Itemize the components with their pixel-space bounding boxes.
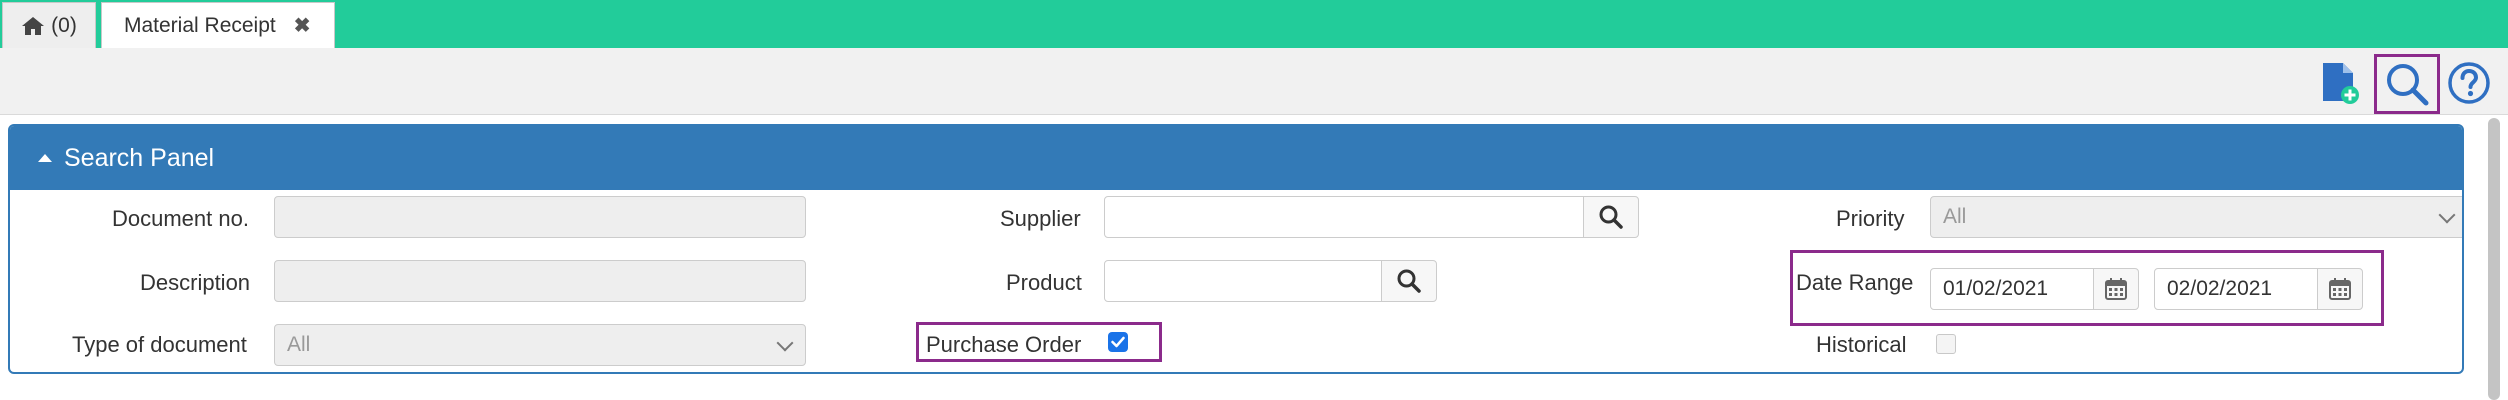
collapse-caret-icon bbox=[38, 154, 52, 162]
product-field[interactable] bbox=[1104, 260, 1382, 302]
document-no-field[interactable] bbox=[274, 196, 806, 238]
description-field[interactable] bbox=[274, 260, 806, 302]
date-range-from-field[interactable]: 01/02/2021 bbox=[1930, 268, 2094, 310]
supplier-field[interactable] bbox=[1104, 196, 1584, 238]
product-label: Product bbox=[1006, 270, 1082, 295]
search-panel-header[interactable]: Search Panel bbox=[10, 126, 2462, 190]
checkmark-icon bbox=[1111, 336, 1125, 348]
document-no-label: Document no. bbox=[112, 206, 249, 231]
close-icon[interactable]: ✖ bbox=[294, 13, 311, 38]
search-panel: Search Panel Document no. Description Ty… bbox=[8, 124, 2464, 374]
new-document-button[interactable] bbox=[2318, 60, 2362, 106]
type-of-document-select[interactable]: All bbox=[274, 324, 806, 366]
search-icon bbox=[1396, 268, 1422, 294]
date-range-to-field[interactable]: 02/02/2021 bbox=[2154, 268, 2318, 310]
date-from-calendar-button[interactable] bbox=[2093, 268, 2139, 310]
supplier-label: Supplier bbox=[1000, 206, 1081, 231]
help-button[interactable] bbox=[2446, 60, 2492, 106]
type-of-document-label: Type of document bbox=[72, 332, 247, 357]
tab-bar: (0) Material Receipt ✖ bbox=[0, 0, 2508, 48]
tab-label: Material Receipt bbox=[124, 13, 276, 37]
search-button[interactable] bbox=[2374, 54, 2440, 114]
description-label: Description bbox=[140, 270, 251, 295]
date-range-label: Date Range bbox=[1796, 270, 1914, 295]
date-to-calendar-button[interactable] bbox=[2317, 268, 2363, 310]
priority-value: All bbox=[1943, 205, 1967, 228]
supplier-search-button[interactable] bbox=[1583, 196, 1639, 238]
type-of-document-value: All bbox=[287, 333, 311, 356]
chevron-down-icon bbox=[776, 334, 794, 352]
product-search-button[interactable] bbox=[1381, 260, 1437, 302]
priority-select[interactable]: All bbox=[1930, 196, 2462, 238]
search-icon bbox=[1598, 204, 1624, 230]
calendar-icon bbox=[2104, 277, 2128, 301]
calendar-icon bbox=[2328, 277, 2352, 301]
new-document-icon bbox=[2319, 61, 2361, 105]
home-icon bbox=[21, 15, 45, 37]
historical-label: Historical bbox=[1816, 332, 1907, 357]
toolbar bbox=[0, 48, 2508, 115]
purchase-order-checkbox[interactable] bbox=[1108, 332, 1128, 352]
vertical-scrollbar[interactable] bbox=[2484, 116, 2504, 400]
search-panel-title: Search Panel bbox=[64, 143, 215, 172]
search-icon bbox=[2384, 61, 2430, 107]
home-tab-count: (0) bbox=[51, 13, 77, 37]
priority-label: Priority bbox=[1836, 206, 1905, 231]
tab-home[interactable]: (0) bbox=[2, 2, 96, 48]
help-icon bbox=[2447, 61, 2491, 105]
historical-checkbox[interactable] bbox=[1936, 334, 1956, 354]
tab-material-receipt[interactable]: Material Receipt ✖ bbox=[101, 2, 335, 48]
scrollbar-thumb[interactable] bbox=[2488, 118, 2500, 400]
purchase-order-label: Purchase Order bbox=[926, 332, 1082, 357]
chevron-down-icon bbox=[2438, 206, 2456, 224]
